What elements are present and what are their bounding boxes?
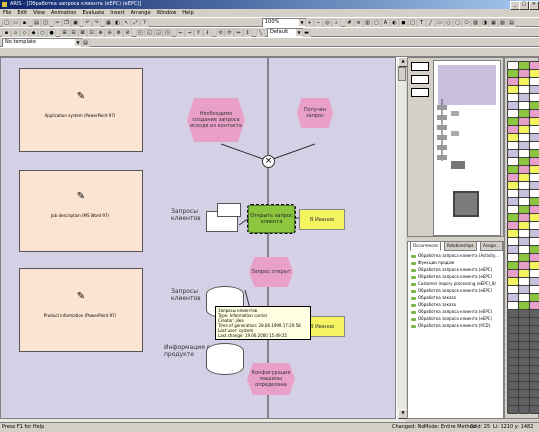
- occurrence-item[interactable]: Функции продаж: [411, 259, 503, 266]
- powerpoint-icon: ✎: [76, 291, 86, 302]
- app-icon: [2, 2, 7, 7]
- view-thumb[interactable]: [411, 88, 429, 97]
- empty-toolbar: [0, 47, 539, 57]
- view-thumb[interactable]: [411, 75, 429, 84]
- palette-symbol-icon[interactable]: [529, 405, 539, 414]
- occurrence-label: Обработка запроса клиента (eEPC): [418, 267, 493, 272]
- template-value: No template: [5, 39, 36, 45]
- event-create-request[interactable]: Необходимо создание запроса исходя из ко…: [187, 98, 245, 142]
- database-shape[interactable]: [206, 343, 244, 375]
- occurrence-item[interactable]: Обработка запроса клиента (eEPC): [411, 266, 503, 273]
- info-label: Запросы клиентов: [171, 288, 201, 302]
- tab-assignments[interactable]: Assign…: [480, 241, 504, 251]
- tab-occurrences[interactable]: Occurrences: [410, 241, 441, 251]
- occurrence-item[interactable]: Обработка запроса клиента (PCD): [411, 322, 503, 329]
- occurrence-label: Обработка запроса клиента (eEPC): [418, 274, 493, 279]
- job-description-box[interactable]: ✎ Job description (MS Word 97): [19, 170, 143, 252]
- occurrence-label: Обработка запроса клиента (eEPC): [418, 309, 493, 314]
- occurrence-label: Обработка запроса клиента (eEPC): [418, 288, 493, 293]
- function-open-request[interactable]: Открыть запрос клиента: [247, 204, 296, 234]
- tab-relationships[interactable]: Relationships: [444, 241, 477, 251]
- system-label: Application system (PowerPoint 97): [44, 113, 116, 118]
- menu-bar: File Edit View Animation Evaluate Insert Arran…: [0, 9, 539, 17]
- menu-edit[interactable]: Edit: [14, 9, 30, 17]
- menu-view[interactable]: View: [30, 9, 48, 17]
- model-canvas[interactable]: ✎ Application system (PowerPoint 97) ✎ J…: [0, 57, 396, 419]
- function-icon: [411, 261, 416, 265]
- occurrence-item[interactable]: Обработка запроса клиента (eEPC): [411, 308, 503, 315]
- status-bar: Press F1 for Help Changed: No Mode: Enti…: [0, 422, 539, 431]
- system-label: Product information (PowerPoint 97): [43, 313, 117, 318]
- function-icon: [411, 254, 416, 258]
- xor-connector[interactable]: ×: [262, 155, 275, 168]
- menu-animation[interactable]: Animation: [48, 9, 80, 17]
- occurrence-item[interactable]: Обработка запроса клиента (Activity…: [411, 252, 503, 259]
- info-label: Запросы клиентов: [171, 208, 201, 222]
- product-information-box[interactable]: ✎ Product information (PowerPoint 97): [19, 268, 143, 352]
- occurrence-label: Обработка запроса клиента (eEPC): [418, 316, 493, 321]
- format-toolbar: ▪ ▫ ◇ ◆ ○ ● ⊞ ⊟ ⊠ ⊡ ⊕ ⊖ ⊗ ⊘ ◰ ◱ ◲ ◳ ⇐ ⇒ …: [0, 27, 539, 38]
- function-icon: [411, 289, 416, 293]
- occurrence-item[interactable]: Обработка заказа: [411, 294, 503, 301]
- printer-shape: [217, 203, 241, 217]
- menu-file[interactable]: File: [0, 9, 14, 17]
- occurrences-pane: Occurrences Relationships Assign… Обрабо…: [407, 241, 504, 419]
- org-unit-ivanov[interactable]: В Иванов: [299, 209, 345, 230]
- title-bar: ARIS - [Обработка запроса клиента (eEPC)…: [0, 0, 539, 10]
- canvas-vertical-scrollbar[interactable]: ▲ ▼: [396, 57, 408, 419]
- powerpoint-icon: ✎: [76, 91, 86, 102]
- template-toolbar: No template ▼ ▤: [0, 37, 539, 48]
- occurrence-label: Обработка заказа: [418, 302, 457, 307]
- tooltip-line: Last change: 19.06.2000 15:49:25: [218, 333, 288, 338]
- application-system-box[interactable]: ✎ Application system (PowerPoint 97): [19, 68, 143, 152]
- function-icon: [411, 296, 416, 300]
- occurrence-label: Customer inquiry processing (eEPC)_8l: [418, 281, 496, 286]
- menu-arrange[interactable]: Arrange: [128, 9, 154, 17]
- mini-model: [437, 99, 479, 217]
- function-icon: [411, 275, 416, 279]
- word-icon: ✎: [76, 191, 86, 202]
- system-label: Job description (MS Word 97): [51, 213, 109, 218]
- occurrence-label: Обработка запроса клиента (PCD): [418, 323, 491, 328]
- symbol-palette: [504, 57, 539, 419]
- function-icon: [411, 317, 416, 321]
- occurrence-item[interactable]: Customer inquiry processing (eEPC)_8l: [411, 280, 503, 287]
- menu-help[interactable]: Help: [179, 9, 196, 17]
- function-icon: [411, 310, 416, 314]
- zoom-value: 100%: [265, 19, 280, 25]
- scroll-thumb[interactable]: [398, 67, 406, 81]
- occurrence-item[interactable]: Обработка запроса клиента (eEPC): [411, 273, 503, 280]
- object-tooltip: Запросы клиентов Type: Information carri…: [215, 306, 311, 340]
- occurrence-label: Функции продаж: [418, 260, 455, 265]
- event-config-defined[interactable]: Конфигурация машины определена: [247, 363, 295, 395]
- navigation-pane[interactable]: [433, 60, 501, 236]
- window-title: ARIS - [Обработка запроса клиента (eEPC)…: [10, 1, 142, 7]
- occurrence-item[interactable]: Обработка запроса клиента (eEPC): [411, 287, 503, 294]
- occurrence-label: Обработка заказа: [418, 295, 457, 300]
- standard-toolbar: □ ▭ ▪ ▤ ◫ ✂ ❐ ▣ ↶ ↷ ▦ ◧ ↖ ⤢ ? 100% ▼ + − …: [0, 17, 539, 28]
- function-icon: [411, 268, 416, 272]
- function-icon: [411, 282, 416, 286]
- function-icon: [411, 324, 416, 328]
- line-style-value: Default: [270, 29, 289, 35]
- menu-insert[interactable]: Insert: [107, 9, 127, 17]
- occurrence-item[interactable]: Обработка заказа: [411, 301, 503, 308]
- event-request-received[interactable]: Получен запрос: [297, 98, 333, 128]
- occurrence-label: Обработка запроса клиента (Activity…: [418, 253, 500, 258]
- menu-window[interactable]: Window: [154, 9, 180, 17]
- event-request-opened[interactable]: Запрос открыт: [249, 257, 293, 287]
- view-thumb[interactable]: [411, 62, 429, 71]
- occurrence-item[interactable]: Обработка запроса клиента (eEPC): [411, 315, 503, 322]
- menu-evaluate[interactable]: Evaluate: [79, 9, 107, 17]
- function-icon: [411, 303, 416, 307]
